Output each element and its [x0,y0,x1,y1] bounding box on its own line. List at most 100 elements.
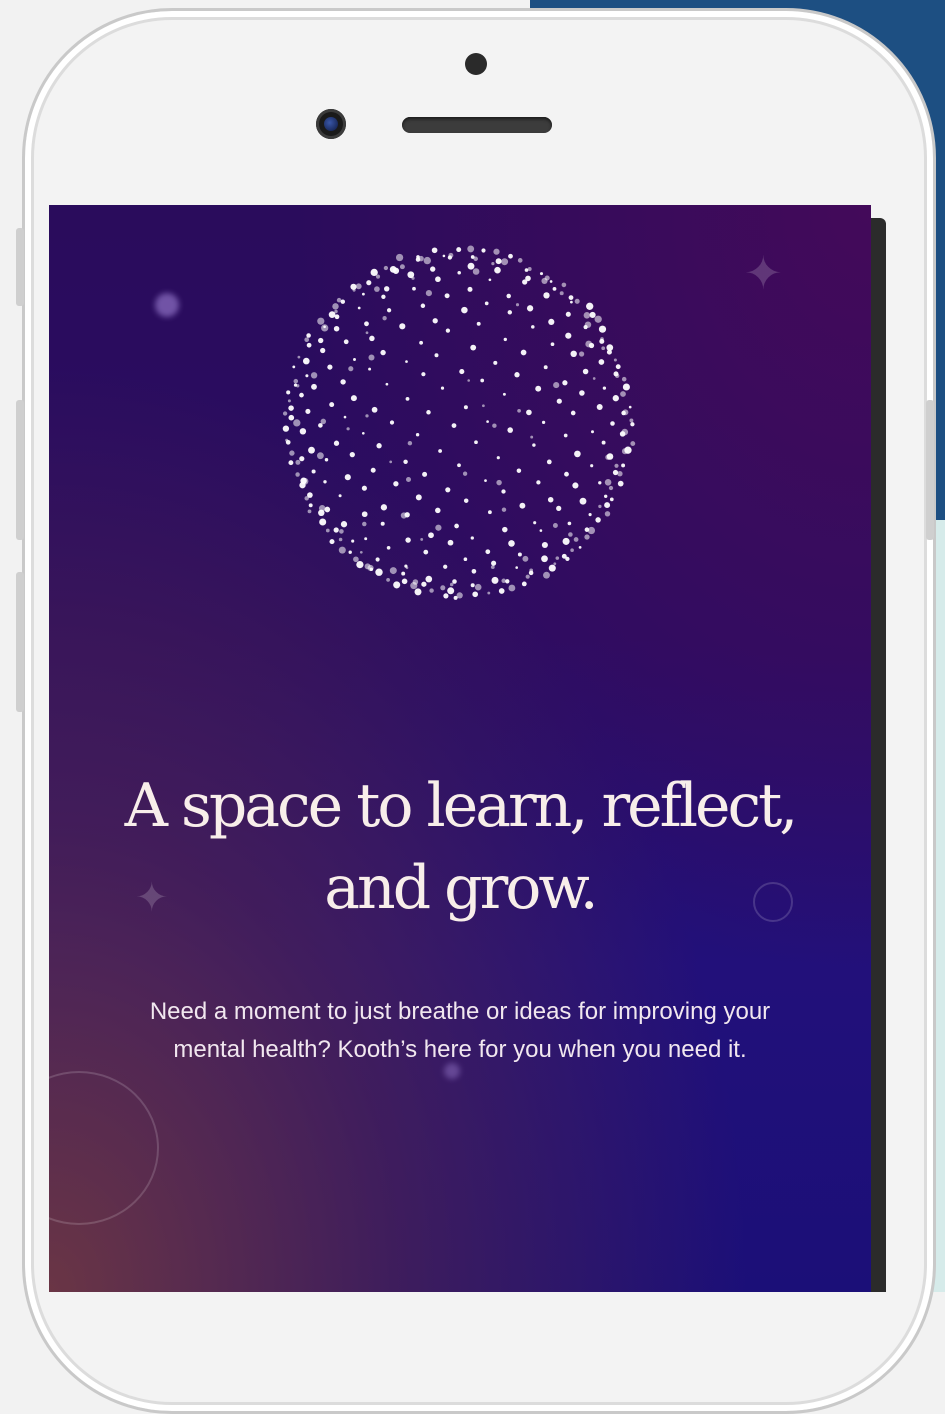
particle-dot [343,415,347,419]
particle-dot [539,529,543,532]
particle-dot [556,505,562,512]
particle-dot [612,395,619,402]
particle-dot [474,440,478,445]
particle-dot [529,568,534,573]
particle-dot [503,337,507,342]
particle-dot [480,378,485,383]
particle-dot [594,315,602,323]
particle-dot [555,556,560,560]
particle-dot [400,512,408,519]
particle-dot [546,459,552,465]
particle-dot [490,565,495,569]
particle-dot [461,306,468,314]
phone-volume-down-button [16,572,24,712]
particle-dot [463,405,468,410]
particle-dot [604,502,611,509]
particle-dot [598,325,607,333]
particle-dot [317,317,325,325]
particle-dot [562,537,570,545]
particle-dot [570,410,576,416]
particle-dot [491,560,497,566]
particle-dot [421,372,426,377]
particle-dot [502,526,508,533]
particle-dot [405,537,411,543]
particle-dot [364,537,368,541]
particle-dot [452,579,457,584]
particle-dot [295,459,301,465]
particle-dot [361,431,365,435]
particle-dot [307,509,312,514]
particle-dot [306,342,312,348]
particle-dot [414,588,422,596]
particle-dot [494,266,501,274]
particle-dot [568,295,574,300]
particle-dot [346,427,350,431]
particle-dot [492,423,497,428]
particle-dot [507,310,513,315]
particle-dot [622,409,629,416]
particle-dot [470,344,477,351]
particle-dot [440,585,446,591]
particle-dot [292,365,296,369]
particle-dot [484,301,489,306]
particle-dot [434,353,439,358]
particle-dot [601,346,606,351]
particle-dot [501,507,507,512]
particle-dot [351,539,355,543]
particle-dot [425,575,433,583]
particle-dot [547,496,554,503]
particle-dot [579,497,587,505]
particle-dot [508,540,515,547]
particle-dot [630,422,635,427]
particle-dot [565,332,572,339]
particle-dot [393,581,401,589]
particle-dot [353,358,356,361]
particle-dot [333,527,339,533]
particle-dot [526,305,534,312]
particle-dot [467,379,470,382]
particle-dot [383,265,389,271]
particle-dot [501,258,509,266]
particle-dot [502,392,506,396]
particle-dot [615,364,621,370]
glow-dot-icon [155,293,179,317]
particle-dot [423,549,429,555]
particle-dot [617,480,624,487]
particle-dot [454,523,459,529]
particle-dot [462,471,468,476]
particle-dot [293,378,299,384]
particle-dot [415,494,422,501]
particle-dot [356,560,364,569]
particle-dot [517,552,522,557]
particle-dot [556,398,562,404]
particle-dot [386,578,390,582]
particle-dot [531,325,535,329]
particle-dot [470,583,475,588]
particle-dot [520,349,527,356]
particle-dot [435,276,441,283]
particle-dot [361,485,367,491]
particle-sphere-icon [282,245,636,600]
particle-dot [530,435,534,439]
particle-dot [389,567,397,575]
particle-dot [536,480,541,485]
particle-dot [467,262,475,270]
particle-dot [329,539,335,545]
particle-dot [362,521,367,527]
particle-dot [311,383,317,390]
particle-dot [535,385,542,392]
particle-dot [428,532,434,539]
particle-dot [371,406,378,413]
particle-dot [375,568,383,576]
particle-dot [615,373,620,378]
particle-dot [420,537,424,541]
particle-dot [613,358,617,362]
particle-dot [579,390,585,396]
particle-dot [568,532,573,537]
particle-dot [584,534,590,540]
particle-dot [572,482,579,489]
particle-dot [386,545,391,550]
particle-dot [595,517,601,523]
particle-dot [332,303,339,310]
particle-dot [563,433,568,438]
